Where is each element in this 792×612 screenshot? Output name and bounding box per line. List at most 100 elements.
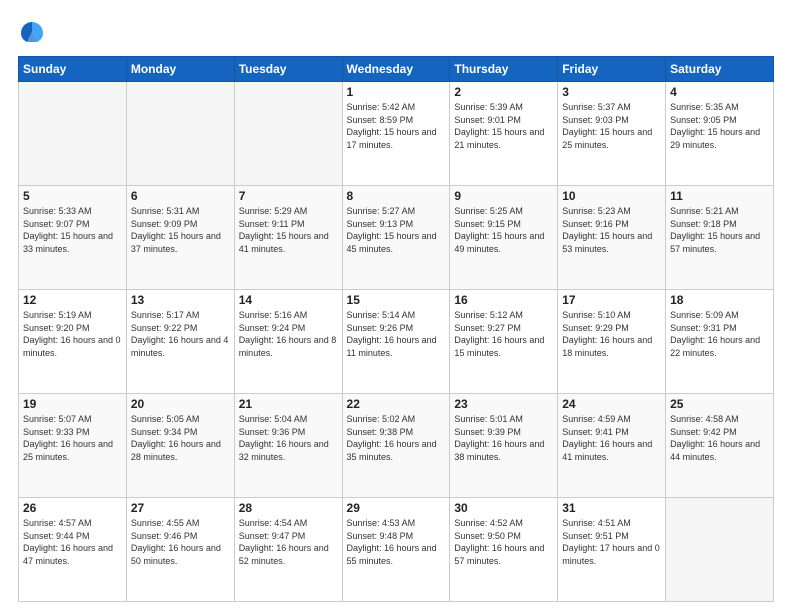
day-number: 7 xyxy=(239,189,338,203)
week-row-1: 1 Sunrise: 5:42 AMSunset: 8:59 PMDaylight… xyxy=(19,82,774,186)
day-number: 10 xyxy=(562,189,661,203)
day-number: 12 xyxy=(23,293,122,307)
calendar-cell: 19 Sunrise: 5:07 AMSunset: 9:33 PMDayligh… xyxy=(19,394,127,498)
day-info: Sunrise: 5:02 AMSunset: 9:38 PMDaylight:… xyxy=(347,413,446,463)
day-info: Sunrise: 4:57 AMSunset: 9:44 PMDaylight:… xyxy=(23,517,122,567)
weekday-header-row: SundayMondayTuesdayWednesdayThursdayFrid… xyxy=(19,57,774,82)
logo xyxy=(18,18,50,46)
day-number: 16 xyxy=(454,293,553,307)
day-info: Sunrise: 5:29 AMSunset: 9:11 PMDaylight:… xyxy=(239,205,338,255)
day-info: Sunrise: 5:23 AMSunset: 9:16 PMDaylight:… xyxy=(562,205,661,255)
calendar-cell: 18 Sunrise: 5:09 AMSunset: 9:31 PMDayligh… xyxy=(666,290,774,394)
day-info: Sunrise: 5:01 AMSunset: 9:39 PMDaylight:… xyxy=(454,413,553,463)
calendar-cell: 5Sunrise: 5:33 AMSunset: 9:07 PMDaylight… xyxy=(19,186,127,290)
calendar-cell: 29 Sunrise: 4:53 AMSunset: 9:48 PMDayligh… xyxy=(342,498,450,602)
calendar-cell: 14 Sunrise: 5:16 AMSunset: 9:24 PMDayligh… xyxy=(234,290,342,394)
day-number: 30 xyxy=(454,501,553,515)
day-info: Sunrise: 5:16 AMSunset: 9:24 PMDaylight:… xyxy=(239,309,338,359)
calendar-cell: 16Sunrise: 5:12 AMSunset: 9:27 PMDayligh… xyxy=(450,290,558,394)
day-info: Sunrise: 5:33 AMSunset: 9:07 PMDaylight:… xyxy=(23,205,122,255)
day-number: 20 xyxy=(131,397,230,411)
day-number: 28 xyxy=(239,501,338,515)
day-info: Sunrise: 5:42 AMSunset: 8:59 PMDaylight:… xyxy=(347,101,446,151)
day-number: 1 xyxy=(347,85,446,99)
day-number: 23 xyxy=(454,397,553,411)
calendar-cell: 10 Sunrise: 5:23 AMSunset: 9:16 PMDayligh… xyxy=(558,186,666,290)
day-info: Sunrise: 5:19 AMSunset: 9:20 PMDaylight:… xyxy=(23,309,122,359)
week-row-4: 19 Sunrise: 5:07 AMSunset: 9:33 PMDayligh… xyxy=(19,394,774,498)
calendar-cell: 15Sunrise: 5:14 AMSunset: 9:26 PMDayligh… xyxy=(342,290,450,394)
day-info: Sunrise: 5:21 AMSunset: 9:18 PMDaylight:… xyxy=(670,205,769,255)
calendar-cell: 11 Sunrise: 5:21 AMSunset: 9:18 PMDayligh… xyxy=(666,186,774,290)
day-number: 22 xyxy=(347,397,446,411)
calendar-cell: 28 Sunrise: 4:54 AMSunset: 9:47 PMDayligh… xyxy=(234,498,342,602)
weekday-header-friday: Friday xyxy=(558,57,666,82)
weekday-header-tuesday: Tuesday xyxy=(234,57,342,82)
day-info: Sunrise: 5:37 AMSunset: 9:03 PMDaylight:… xyxy=(562,101,661,151)
day-number: 15 xyxy=(347,293,446,307)
day-number: 11 xyxy=(670,189,769,203)
day-info: Sunrise: 4:51 AMSunset: 9:51 PMDaylight:… xyxy=(562,517,661,567)
day-info: Sunrise: 5:05 AMSunset: 9:34 PMDaylight:… xyxy=(131,413,230,463)
day-number: 13 xyxy=(131,293,230,307)
weekday-header-sunday: Sunday xyxy=(19,57,127,82)
day-info: Sunrise: 5:31 AMSunset: 9:09 PMDaylight:… xyxy=(131,205,230,255)
day-number: 26 xyxy=(23,501,122,515)
calendar-cell: 6 Sunrise: 5:31 AMSunset: 9:09 PMDaylight… xyxy=(126,186,234,290)
calendar-cell: 31 Sunrise: 4:51 AMSunset: 9:51 PMDayligh… xyxy=(558,498,666,602)
calendar-cell: 25 Sunrise: 4:58 AMSunset: 9:42 PMDayligh… xyxy=(666,394,774,498)
day-number: 25 xyxy=(670,397,769,411)
calendar-cell: 17 Sunrise: 5:10 AMSunset: 9:29 PMDayligh… xyxy=(558,290,666,394)
calendar-cell: 7 Sunrise: 5:29 AMSunset: 9:11 PMDaylight… xyxy=(234,186,342,290)
calendar-cell xyxy=(126,82,234,186)
day-info: Sunrise: 5:09 AMSunset: 9:31 PMDaylight:… xyxy=(670,309,769,359)
calendar-cell: 21 Sunrise: 5:04 AMSunset: 9:36 PMDayligh… xyxy=(234,394,342,498)
day-info: Sunrise: 5:10 AMSunset: 9:29 PMDaylight:… xyxy=(562,309,661,359)
day-info: Sunrise: 5:27 AMSunset: 9:13 PMDaylight:… xyxy=(347,205,446,255)
day-info: Sunrise: 4:53 AMSunset: 9:48 PMDaylight:… xyxy=(347,517,446,567)
day-info: Sunrise: 4:52 AMSunset: 9:50 PMDaylight:… xyxy=(454,517,553,567)
day-number: 24 xyxy=(562,397,661,411)
calendar-cell xyxy=(666,498,774,602)
weekday-header-monday: Monday xyxy=(126,57,234,82)
calendar-cell: 20 Sunrise: 5:05 AMSunset: 9:34 PMDayligh… xyxy=(126,394,234,498)
week-row-3: 12 Sunrise: 5:19 AMSunset: 9:20 PMDayligh… xyxy=(19,290,774,394)
header xyxy=(18,18,774,46)
calendar-cell: 8 Sunrise: 5:27 AMSunset: 9:13 PMDaylight… xyxy=(342,186,450,290)
calendar-cell: 4Sunrise: 5:35 AMSunset: 9:05 PMDaylight… xyxy=(666,82,774,186)
day-number: 8 xyxy=(347,189,446,203)
day-number: 29 xyxy=(347,501,446,515)
week-row-5: 26 Sunrise: 4:57 AMSunset: 9:44 PMDayligh… xyxy=(19,498,774,602)
day-info: Sunrise: 5:35 AMSunset: 9:05 PMDaylight:… xyxy=(670,101,769,151)
day-info: Sunrise: 4:54 AMSunset: 9:47 PMDaylight:… xyxy=(239,517,338,567)
day-number: 21 xyxy=(239,397,338,411)
day-number: 17 xyxy=(562,293,661,307)
day-number: 18 xyxy=(670,293,769,307)
week-row-2: 5Sunrise: 5:33 AMSunset: 9:07 PMDaylight… xyxy=(19,186,774,290)
day-number: 27 xyxy=(131,501,230,515)
calendar-table: SundayMondayTuesdayWednesdayThursdayFrid… xyxy=(18,56,774,602)
calendar-cell xyxy=(19,82,127,186)
calendar-cell: 3Sunrise: 5:37 AMSunset: 9:03 PMDaylight… xyxy=(558,82,666,186)
weekday-header-wednesday: Wednesday xyxy=(342,57,450,82)
calendar-cell: 24Sunrise: 4:59 AMSunset: 9:41 PMDayligh… xyxy=(558,394,666,498)
calendar-cell: 12 Sunrise: 5:19 AMSunset: 9:20 PMDayligh… xyxy=(19,290,127,394)
calendar-cell: 23 Sunrise: 5:01 AMSunset: 9:39 PMDayligh… xyxy=(450,394,558,498)
day-number: 31 xyxy=(562,501,661,515)
calendar-cell: 13Sunrise: 5:17 AMSunset: 9:22 PMDayligh… xyxy=(126,290,234,394)
day-number: 14 xyxy=(239,293,338,307)
day-number: 9 xyxy=(454,189,553,203)
day-info: Sunrise: 5:04 AMSunset: 9:36 PMDaylight:… xyxy=(239,413,338,463)
calendar-cell: 2Sunrise: 5:39 AMSunset: 9:01 PMDaylight… xyxy=(450,82,558,186)
calendar-cell: 26 Sunrise: 4:57 AMSunset: 9:44 PMDayligh… xyxy=(19,498,127,602)
page: SundayMondayTuesdayWednesdayThursdayFrid… xyxy=(0,0,792,612)
day-info: Sunrise: 4:55 AMSunset: 9:46 PMDaylight:… xyxy=(131,517,230,567)
weekday-header-thursday: Thursday xyxy=(450,57,558,82)
day-info: Sunrise: 4:58 AMSunset: 9:42 PMDaylight:… xyxy=(670,413,769,463)
day-info: Sunrise: 5:25 AMSunset: 9:15 PMDaylight:… xyxy=(454,205,553,255)
day-info: Sunrise: 5:07 AMSunset: 9:33 PMDaylight:… xyxy=(23,413,122,463)
weekday-header-saturday: Saturday xyxy=(666,57,774,82)
day-number: 6 xyxy=(131,189,230,203)
day-number: 19 xyxy=(23,397,122,411)
calendar-cell: 22 Sunrise: 5:02 AMSunset: 9:38 PMDayligh… xyxy=(342,394,450,498)
